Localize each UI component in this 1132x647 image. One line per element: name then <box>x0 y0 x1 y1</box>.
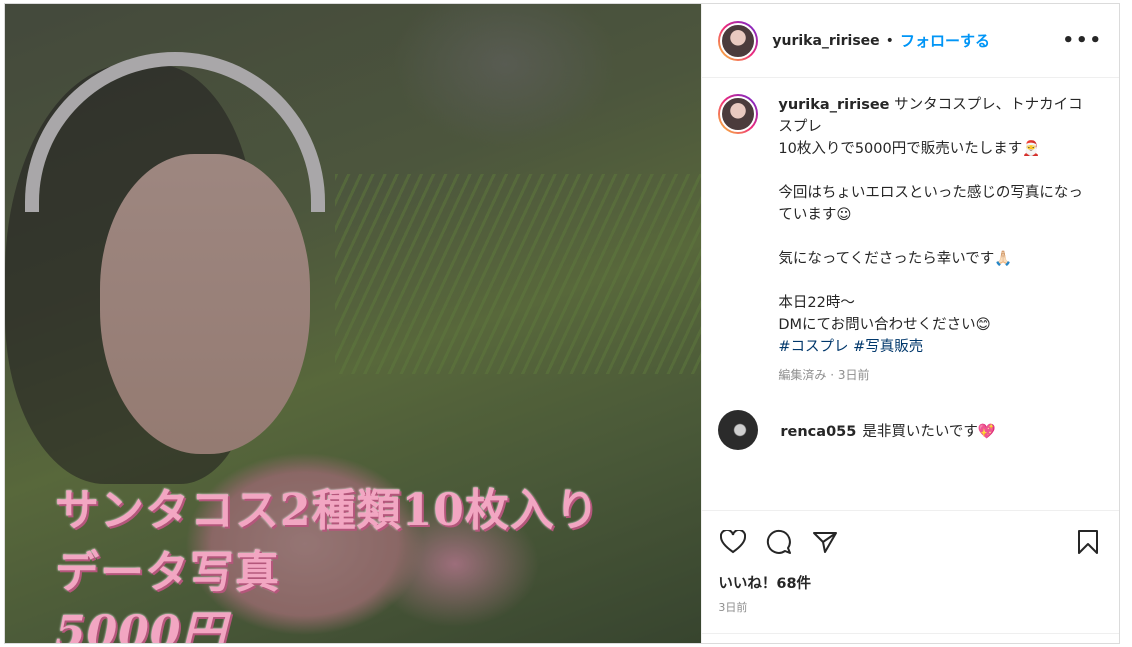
post-sidebar: yurika_ririsee • フォローする ••• yurika_riris… <box>701 4 1119 643</box>
bookmark-icon[interactable] <box>1073 527 1103 557</box>
comment-text: 是非買いたいです💖 <box>862 423 996 440</box>
comments-section: yurika_ririsee サンタコスプレ、トナカイコスプレ 10枚入りで50… <box>702 78 1119 510</box>
post-header: yurika_ririsee • フォローする ••• <box>702 4 1119 78</box>
comment-icon[interactable] <box>764 527 794 557</box>
action-bar <box>702 510 1119 572</box>
share-icon[interactable] <box>810 527 840 557</box>
comment-username[interactable]: renca055 <box>780 424 856 440</box>
separator-dot: • <box>885 32 894 49</box>
comment-avatar[interactable] <box>718 410 759 450</box>
avatar[interactable] <box>718 20 759 61</box>
comment-item: renca055 是非買いたいです💖 <box>718 410 1103 450</box>
overlay-line-1: サンタコス2種類10枚入り <box>55 485 600 536</box>
post-time: 3日前 <box>718 601 748 614</box>
hashtag-photo-sale[interactable]: #写真販売 <box>853 339 923 355</box>
caption: yurika_ririsee サンタコスプレ、トナカイコスプレ 10枚入りで50… <box>718 94 1103 386</box>
like-count[interactable]: いいね！68件 <box>702 572 1119 593</box>
caption-meta: 編集済み · 3日前 <box>778 368 870 382</box>
caption-username[interactable]: yurika_ririsee <box>778 97 889 113</box>
caption-text: サンタコスプレ、トナカイコスプレ 10枚入りで5000円で販売いたします🎅 今回… <box>778 97 1083 333</box>
more-options-icon[interactable]: ••• <box>1062 30 1103 51</box>
caption-avatar[interactable] <box>718 94 759 134</box>
add-comment-area[interactable] <box>702 633 1119 643</box>
follow-button[interactable]: フォローする <box>900 30 990 51</box>
header-username[interactable]: yurika_ririsee <box>772 33 879 49</box>
overlay-line-2: データ写真 <box>55 547 280 598</box>
overlay-line-3: 5000円 <box>55 607 227 643</box>
hashtag-cosplay[interactable]: #コスプレ <box>778 339 848 355</box>
post-image[interactable]: サンタコス2種類10枚入り データ写真 5000円 <box>5 4 702 643</box>
post: サンタコス2種類10枚入り データ写真 5000円 yurika_ririsee… <box>4 3 1120 644</box>
heart-icon[interactable] <box>718 527 748 557</box>
